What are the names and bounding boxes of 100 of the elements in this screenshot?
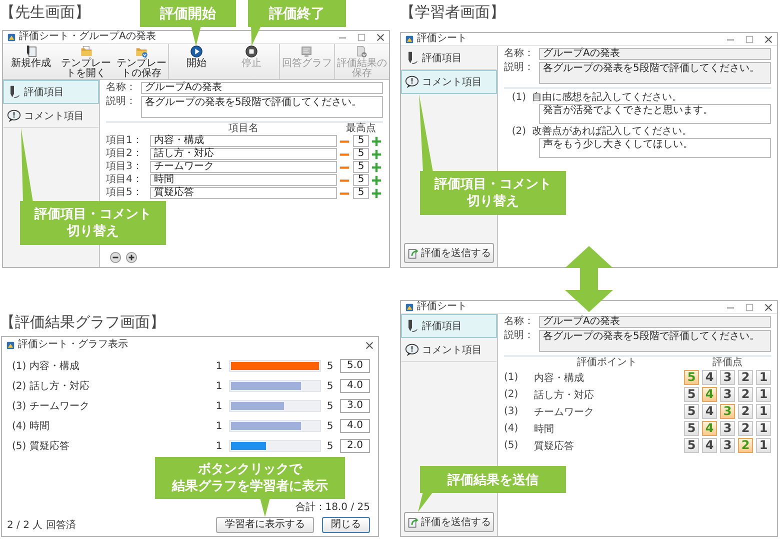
answer-field[interactable]: 声をもう少し大きくしてほしい。: [539, 138, 771, 158]
item-label: (1) 内容・構成: [12, 360, 80, 373]
callout-text: 評価開始: [160, 4, 216, 22]
maximize-icon[interactable]: [745, 302, 754, 312]
toolbar-button[interactable]: テンプレートを開く: [58, 44, 114, 79]
item-label: チームワーク: [534, 406, 595, 418]
section-heading: 【評価結果グラフ画面】: [0, 313, 165, 331]
item-label: 内容・構成: [534, 372, 585, 384]
score-field[interactable]: 5: [353, 174, 369, 186]
speech-bubble-icon: [7, 109, 21, 123]
toolbar-button[interactable]: テンプレートの保存: [113, 44, 168, 79]
score-button[interactable]: 4: [702, 370, 717, 385]
name-field[interactable]: グループAの発表: [141, 82, 383, 94]
sidebar-item[interactable]: 評価項目: [401, 314, 497, 338]
maximize-icon[interactable]: [745, 34, 754, 44]
item-label: 項目2：: [106, 148, 144, 160]
item-name-field[interactable]: 質疑応答: [150, 187, 337, 199]
item-label: 時間: [534, 422, 555, 436]
close-icon[interactable]: [764, 302, 773, 312]
field-label: 名称：: [106, 82, 137, 94]
score-button[interactable]: 3: [720, 438, 735, 453]
item-label: 質疑応答: [534, 440, 575, 452]
item-label: (2) 話し方・対応: [12, 380, 90, 393]
score-field[interactable]: 5: [353, 161, 369, 173]
dialog-button[interactable]: 閉じる: [322, 517, 370, 533]
maximize-icon[interactable]: [357, 32, 366, 42]
send-button[interactable]: 評価を送信する: [404, 243, 494, 263]
document-arrow-icon: [408, 516, 419, 528]
score-button[interactable]: 3: [720, 370, 735, 385]
window-title: 評価シート・グループAの発表: [19, 31, 156, 43]
item-label: 項目3：: [106, 161, 144, 173]
score-field[interactable]: 5: [353, 187, 369, 199]
description-field[interactable]: 各グループの発表を5段階で評価してください。: [141, 96, 383, 118]
item-label: (4) 時間: [12, 420, 50, 433]
value-field: 5.0: [340, 359, 370, 373]
score-field[interactable]: 5: [353, 148, 369, 160]
close-icon[interactable]: [376, 32, 385, 42]
item-label: 話し方・対応: [534, 388, 595, 402]
dialog-button[interactable]: 学習者に表示する: [216, 517, 314, 533]
score-button[interactable]: 3: [720, 421, 735, 436]
sidebar-item[interactable]: コメント項目: [3, 104, 99, 128]
value-field: 4.0: [340, 419, 370, 433]
score-button[interactable]: 5: [684, 387, 699, 402]
sidebar-item[interactable]: コメント項目: [401, 338, 497, 362]
scale-max-label: 5: [326, 420, 334, 432]
score-button[interactable]: 4: [702, 404, 717, 419]
callout-text: 切り替え: [467, 193, 519, 210]
app-icon: [405, 302, 414, 312]
answer-field[interactable]: 発言が活発でよくできたと思います。: [539, 104, 771, 124]
score-button[interactable]: 1: [756, 404, 771, 419]
toolbar-button[interactable]: 開始: [168, 44, 224, 79]
double-arrow: [565, 246, 613, 312]
play-icon: [190, 45, 203, 58]
scale-max-label: 5: [326, 440, 334, 452]
item-name-field[interactable]: 時間: [150, 174, 337, 186]
score-button[interactable]: 5: [684, 438, 699, 453]
score-button[interactable]: 1: [756, 421, 771, 436]
score-button[interactable]: 3: [720, 387, 735, 402]
column-header: 評価ポイント: [576, 358, 638, 368]
score-button[interactable]: 2: [738, 421, 753, 436]
score-button[interactable]: 2: [738, 370, 753, 385]
score-button[interactable]: 2: [738, 387, 753, 402]
item-label: 項目5：: [106, 187, 144, 199]
scale-min-label: 1: [215, 440, 223, 452]
send-button[interactable]: 評価を送信する: [404, 512, 494, 532]
minus-icon[interactable]: [110, 252, 121, 263]
item-name-field[interactable]: チームワーク: [150, 161, 337, 173]
item-label: 項目1：: [106, 135, 144, 147]
column-header: 最高点: [345, 124, 377, 134]
score-button[interactable]: 1: [756, 438, 771, 453]
score-button[interactable]: 4: [702, 438, 717, 453]
callout-text: 切り替え: [67, 223, 119, 240]
item-name-field[interactable]: 話し方・対応: [150, 148, 337, 160]
scale-max-label: 5: [326, 380, 334, 392]
callout-text: 評価終了: [269, 4, 325, 22]
item-number: (1): [504, 372, 520, 383]
item-name-field[interactable]: 内容・構成: [150, 135, 337, 147]
toolbar-button[interactable]: 新規作成: [3, 44, 58, 79]
folder-icon: [80, 45, 93, 58]
score-button[interactable]: 1: [756, 370, 771, 385]
score-button[interactable]: 5: [684, 421, 699, 436]
callout-text: 評価項目・コメント: [434, 176, 552, 193]
scale-min-label: 1: [215, 360, 223, 372]
score-field[interactable]: 5: [353, 135, 369, 147]
name-field: グループAの発表: [539, 48, 771, 60]
close-icon[interactable]: [365, 340, 374, 350]
question-number: (1): [510, 92, 526, 104]
sidebar-item[interactable]: 評価項目: [3, 80, 99, 104]
score-button[interactable]: 5: [684, 404, 699, 419]
plus-icon[interactable]: [126, 252, 137, 263]
item-label: (5) 質疑応答: [12, 440, 70, 453]
score-button[interactable]: 1: [756, 387, 771, 402]
question-text: 自由に感想を記入してください。: [532, 92, 682, 104]
field-label: 説明：: [504, 62, 535, 74]
score-button[interactable]: 2: [738, 404, 753, 419]
close-icon[interactable]: [764, 34, 773, 44]
sidebar-item[interactable]: コメント項目: [401, 70, 497, 94]
description-field: 各グループの発表を5段階で評価してください。: [539, 62, 771, 84]
callout-text: 評価結果を送信: [448, 472, 538, 488]
column-header: 評価点: [712, 358, 744, 368]
